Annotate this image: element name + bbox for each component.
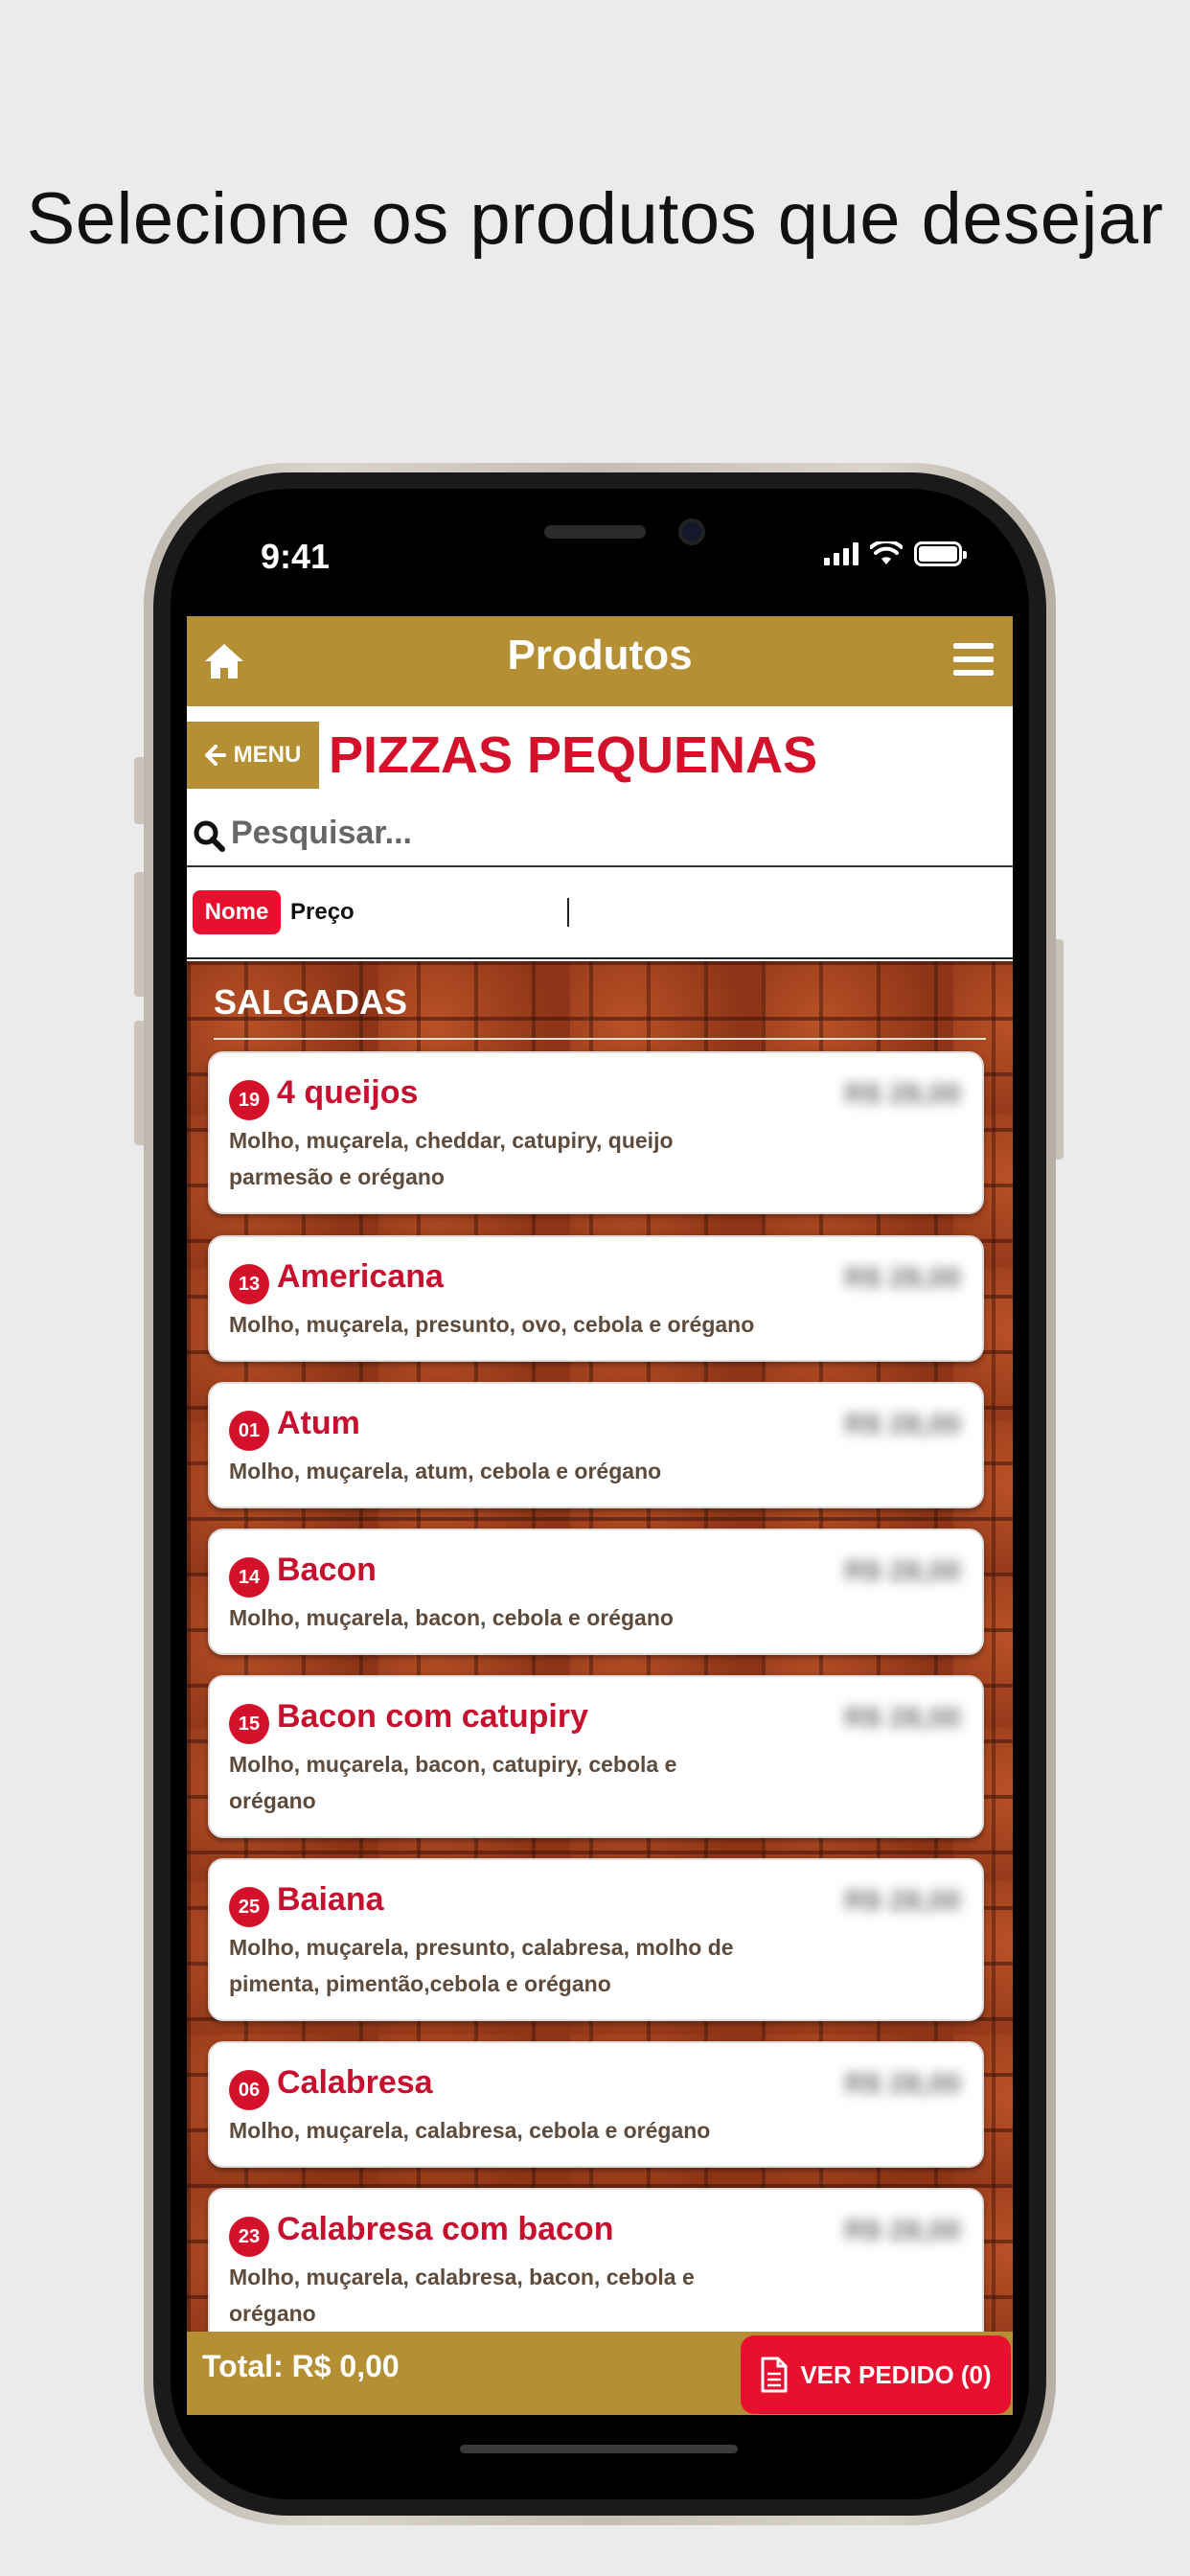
product-card[interactable]: 25 Baiana Molho, muçarela, presunto, cal…: [208, 1858, 984, 2021]
promo-headline: Selecione os produtos que desejar: [26, 178, 1164, 260]
product-price: R$ 28,00: [844, 2068, 961, 2100]
product-card[interactable]: 15 Bacon com catupiry Molho, muçarela, b…: [208, 1675, 984, 1838]
product-card[interactable]: 13 Americana Molho, muçarela, presunto, …: [208, 1235, 984, 1362]
status-time: 9:41: [261, 537, 331, 576]
product-price: R$ 28,00: [844, 2215, 961, 2246]
wifi-icon: [870, 541, 903, 564]
product-code-badge: 25: [229, 1887, 269, 1927]
view-order-button[interactable]: VER PEDIDO (0): [741, 2335, 1011, 2414]
product-price: R$ 28,00: [844, 1262, 961, 1294]
product-code-badge: 06: [229, 2070, 269, 2110]
view-order-label: VER PEDIDO (0): [800, 2359, 992, 2389]
search-bar: [187, 798, 1013, 867]
home-indicator[interactable]: [460, 2445, 738, 2453]
battery-icon: [914, 541, 967, 566]
top-bar: Produtos: [187, 616, 1013, 706]
document-icon: [761, 2357, 788, 2393]
product-name: Bacon com catupiry: [277, 1698, 588, 1735]
product-card[interactable]: 01 Atum Molho, muçarela, atum, cebola e …: [208, 1382, 984, 1508]
back-to-menu-label: MENU: [233, 742, 302, 768]
product-description: Molho, muçarela, cheddar, catupiry, quei…: [229, 1128, 674, 1189]
product-card[interactable]: 06 Calabresa Molho, muçarela, calabresa,…: [208, 2041, 984, 2168]
product-price: R$ 28,00: [844, 1885, 961, 1917]
product-card[interactable]: 14 Bacon Molho, muçarela, bacon, cebola …: [208, 1529, 984, 1655]
cellular-signal-icon: [824, 542, 858, 565]
order-total: Total: R$ 0,00: [202, 2349, 400, 2383]
product-price: R$ 28,00: [844, 1078, 961, 1110]
product-price: R$ 28,00: [844, 1409, 961, 1440]
product-code-badge: 19: [229, 1080, 269, 1120]
product-list-area: SALGADAS 19 4 queijos Molho, muçarela, c…: [187, 961, 1013, 2332]
product-description: Molho, muçarela, bacon, catupiry, cebola…: [229, 1752, 677, 1813]
search-icon: [194, 820, 225, 852]
status-icons: [824, 541, 967, 566]
search-input[interactable]: [231, 806, 997, 860]
category-header: MENU PIZZAS PEQUENAS: [187, 722, 1013, 789]
product-card[interactable]: 23 Calabresa com bacon Molho, muçarela, …: [208, 2188, 984, 2332]
product-description: Molho, muçarela, calabresa, cebola e oré…: [229, 2118, 711, 2143]
phone-speaker: [544, 525, 646, 539]
product-description: Molho, muçarela, presunto, calabresa, mo…: [229, 1935, 734, 1996]
front-camera: [678, 518, 705, 545]
product-price: R$ 28,00: [844, 1702, 961, 1734]
product-code-badge: 14: [229, 1557, 269, 1598]
page-title: Produtos: [507, 632, 693, 678]
product-code-badge: 15: [229, 1704, 269, 1744]
bottom-bar: Total: R$ 0,00 VER PEDIDO (0): [187, 2332, 1013, 2415]
product-description: Molho, muçarela, atum, cebola e orégano: [229, 1459, 662, 1484]
product-description: Molho, muçarela, bacon, cebola e orégano: [229, 1605, 674, 1630]
text-caret: [567, 898, 569, 927]
sort-by-price-button[interactable]: Preço: [290, 890, 355, 934]
app-container: Produtos MENU PIZZAS PEQUENAS Nome Preço…: [187, 616, 1013, 2415]
section-title: SALGADAS: [214, 982, 408, 1022]
product-name: 4 queijos: [277, 1074, 419, 1111]
category-title: PIZZAS PEQUENAS: [329, 726, 818, 784]
hamburger-icon[interactable]: [953, 643, 994, 676]
product-name: Calabresa: [277, 2064, 433, 2101]
back-to-menu-button[interactable]: MENU: [187, 722, 319, 789]
section-divider: [214, 1038, 986, 1040]
product-name: Calabresa com bacon: [277, 2211, 614, 2247]
product-card[interactable]: 19 4 queijos Molho, muçarela, cheddar, c…: [208, 1051, 984, 1214]
product-name: Atum: [277, 1405, 360, 1441]
arrow-left-icon: [204, 745, 226, 766]
product-code-badge: 23: [229, 2217, 269, 2257]
product-description: Molho, muçarela, presunto, ovo, cebola e…: [229, 1312, 755, 1337]
sort-by-name-button[interactable]: Nome: [193, 890, 281, 934]
sort-options: Nome Preço: [187, 869, 1013, 959]
product-name: Bacon: [277, 1552, 377, 1588]
product-description: Molho, muçarela, calabresa, bacon, cebol…: [229, 2265, 695, 2326]
product-code-badge: 01: [229, 1411, 269, 1451]
product-code-badge: 13: [229, 1264, 269, 1304]
product-price: R$ 28,00: [844, 1555, 961, 1587]
product-name: Americana: [277, 1258, 444, 1295]
product-name: Baiana: [277, 1881, 384, 1918]
